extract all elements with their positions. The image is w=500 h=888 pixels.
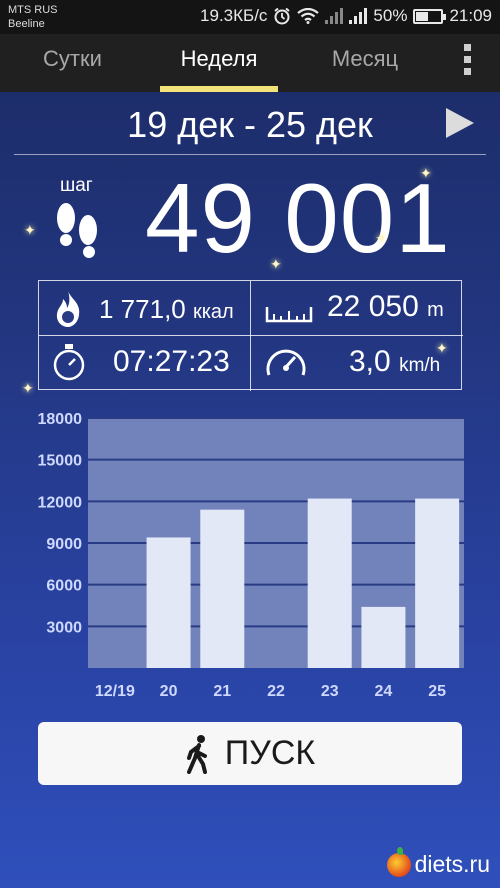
- y-tick-label: 3000: [46, 619, 82, 636]
- sparkle-icon: ✦: [375, 230, 387, 246]
- sparkle-icon: ✦: [24, 222, 36, 238]
- calories-stat: 1 771,0 ккал: [99, 294, 234, 327]
- stopwatch-icon: [53, 344, 85, 381]
- carrier-name-1: MTS RUS: [8, 4, 58, 16]
- carrier-info: MTS RUS Beeline: [8, 3, 58, 31]
- overflow-menu-icon[interactable]: [464, 44, 474, 80]
- y-tick-label: 6000: [46, 578, 82, 595]
- calories-value: 1 771,0: [99, 294, 186, 324]
- clock: 21:09: [449, 6, 492, 25]
- sparkle-icon: ✦: [270, 256, 282, 272]
- y-tick-label: 9000: [46, 536, 82, 553]
- tab-month[interactable]: Месяц: [305, 34, 425, 92]
- watermark-text: diets.ru: [414, 851, 490, 877]
- chart-bar: [361, 606, 406, 668]
- signal-icon-sim1: [325, 8, 344, 24]
- tab-week-label: Неделя: [180, 46, 258, 71]
- network-speed: 19.3КБ/с: [200, 6, 268, 25]
- sparkle-icon: ✦: [436, 340, 448, 356]
- weekly-steps-chart: 3000 6000 9000 12000 15000 18000 12/19 20 21 22 23…: [0, 400, 500, 710]
- chart-bar: [307, 498, 352, 668]
- steps-label: шаг: [60, 175, 93, 196]
- x-tick-label: 23: [321, 683, 339, 700]
- signal-icon: [349, 8, 368, 24]
- watermark: diets.ru: [386, 846, 490, 878]
- tab-day-label: Сутки: [43, 46, 102, 71]
- chart-bar: [146, 537, 191, 668]
- sparkle-icon: ✦: [420, 165, 432, 181]
- battery-percent: 50%: [373, 6, 408, 25]
- chart-bar: [200, 509, 245, 668]
- period-tabs: Сутки Неделя Месяц: [0, 34, 500, 92]
- wifi-icon: [297, 8, 320, 24]
- speed-value: 3,0: [349, 345, 391, 378]
- speed-stat: 3,0 km/h: [349, 347, 440, 381]
- status-icons: 19.3КБ/с 50% 21:09: [200, 6, 492, 26]
- distance-stat: 22 050 m: [327, 292, 444, 325]
- walking-person-icon: [186, 734, 207, 774]
- x-tick-label: 12/19: [95, 683, 135, 700]
- distance-value: 22 050: [327, 290, 419, 323]
- x-tick-label: 24: [375, 683, 393, 700]
- y-tick-label: 12000: [38, 494, 83, 511]
- apple-logo-icon: [386, 846, 411, 877]
- x-tick-label: 22: [267, 683, 285, 700]
- ruler-icon: [265, 307, 313, 323]
- chart-svg: 3000 6000 9000 12000 15000 18000 12/19 20 21 22 23…: [38, 411, 464, 700]
- tab-week[interactable]: Неделя: [160, 34, 278, 92]
- fire-icon: [56, 291, 80, 327]
- x-tick-label: 21: [213, 683, 231, 700]
- next-period-arrow-icon[interactable]: [446, 108, 474, 138]
- chart-bar: [415, 498, 460, 668]
- distance-unit: m: [427, 299, 444, 321]
- divider: [14, 154, 486, 155]
- carrier-name-2: Beeline: [8, 18, 45, 30]
- steps-count: 49 001: [145, 163, 451, 273]
- footprints-icon: [57, 203, 97, 258]
- calories-unit: ккал: [192, 301, 234, 323]
- y-tick-label: 15000: [38, 453, 83, 470]
- start-button[interactable]: ПУСК: [38, 722, 462, 785]
- x-tick-label: 25: [428, 683, 446, 700]
- sparkle-icon: ✦: [22, 380, 34, 396]
- battery-icon: [413, 8, 447, 24]
- duration-value: 07:27:23: [113, 345, 230, 378]
- speed-unit: km/h: [399, 355, 441, 376]
- tab-day[interactable]: Сутки: [10, 34, 135, 92]
- y-tick-label: 18000: [38, 411, 83, 428]
- speedometer-icon: [266, 349, 306, 376]
- status-bar: MTS RUS Beeline 19.3КБ/с 50% 21:09: [0, 0, 500, 34]
- x-tick-label: 20: [160, 683, 178, 700]
- start-button-label: ПУСК: [224, 734, 316, 772]
- stats-grid: 1 771,0 ккал 22 050 m 07:27:23 3,0 km/h: [38, 280, 463, 391]
- tab-month-label: Месяц: [331, 46, 399, 71]
- active-tab-indicator: [160, 86, 278, 92]
- date-range: 19 дек - 25 дек: [127, 104, 373, 145]
- alarm-icon: [274, 7, 291, 25]
